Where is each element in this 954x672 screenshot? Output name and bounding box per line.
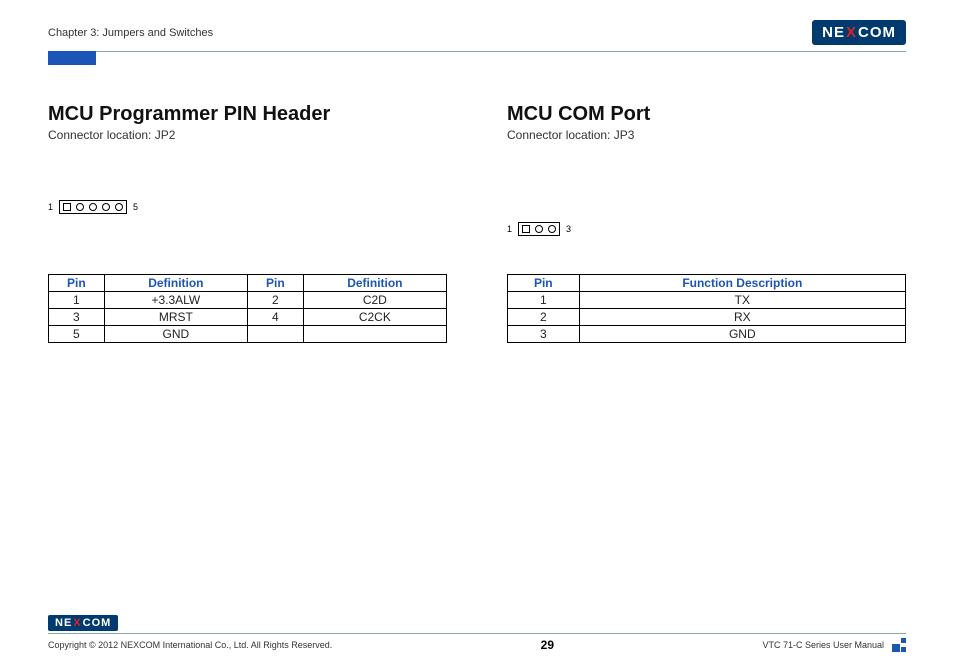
pin-label-right: 5: [133, 202, 138, 212]
logo-part-x: X: [846, 24, 857, 41]
right-pin-diagram: 1 3: [507, 222, 906, 236]
col-pin: Pin: [49, 275, 105, 292]
cell: MRST: [104, 309, 247, 326]
footer: NEXCOM Copyright © 2012 NEXCOM Internati…: [48, 613, 906, 652]
logo-part-right: COM: [858, 24, 896, 41]
logo: NEXCOM: [812, 20, 906, 45]
cell: C2D: [303, 292, 446, 309]
left-subtitle: Connector location: JP2: [48, 128, 447, 142]
cell: +3.3ALW: [104, 292, 247, 309]
cell: 1: [49, 292, 105, 309]
cell: 1: [508, 292, 580, 309]
cell: GND: [579, 326, 905, 343]
cell: C2CK: [303, 309, 446, 326]
right-pin-table: Pin Function Description 1 TX 2 RX 3 GND: [507, 274, 906, 343]
table-header-row: Pin Definition Pin Definition: [49, 275, 447, 292]
footer-row: Copyright © 2012 NEXCOM International Co…: [48, 638, 906, 652]
cell: RX: [579, 309, 905, 326]
cell: [247, 326, 303, 343]
logo-part-left: NE: [822, 24, 845, 41]
pin-square-icon: [522, 225, 530, 233]
page-content: Chapter 3: Jumpers and Switches NEXCOM M…: [48, 20, 906, 652]
table-row: 2 RX: [508, 309, 906, 326]
pin-circle-icon: [89, 203, 97, 211]
chapter-label: Chapter 3: Jumpers and Switches: [48, 27, 213, 39]
cell: 3: [49, 309, 105, 326]
pin-header-icon: [59, 200, 127, 214]
footer-logo: NEXCOM: [48, 615, 118, 631]
header-row: Chapter 3: Jumpers and Switches NEXCOM: [48, 20, 906, 45]
pin-circle-icon: [548, 225, 556, 233]
footer-rule: [48, 633, 906, 634]
logo-part-left: NE: [55, 617, 72, 629]
pin-square-icon: [63, 203, 71, 211]
table-header-row: Pin Function Description: [508, 275, 906, 292]
left-title: MCU Programmer PIN Header: [48, 103, 447, 126]
left-pin-table: Pin Definition Pin Definition 1 +3.3ALW …: [48, 274, 447, 343]
page-number: 29: [541, 638, 554, 652]
cell: GND: [104, 326, 247, 343]
col-pin: Pin: [247, 275, 303, 292]
pin-header-icon: [518, 222, 560, 236]
pin-circle-icon: [102, 203, 110, 211]
content-columns: MCU Programmer PIN Header Connector loca…: [48, 103, 906, 343]
header-rule: [48, 51, 906, 52]
copyright-text: Copyright © 2012 NEXCOM International Co…: [48, 640, 332, 650]
pin-label-left: 1: [507, 224, 512, 234]
pin-label-right: 3: [566, 224, 571, 234]
right-title: MCU COM Port: [507, 103, 906, 126]
cell: 2: [508, 309, 580, 326]
pin-circle-icon: [115, 203, 123, 211]
pin-label-left: 1: [48, 202, 53, 212]
table-row: 1 TX: [508, 292, 906, 309]
pin-circle-icon: [76, 203, 84, 211]
right-subtitle: Connector location: JP3: [507, 128, 906, 142]
col-def: Definition: [303, 275, 446, 292]
header-tab-accent: [48, 51, 96, 65]
right-column: MCU COM Port Connector location: JP3 1 3…: [507, 103, 906, 343]
pin-circle-icon: [535, 225, 543, 233]
col-func: Function Description: [579, 275, 905, 292]
col-def: Definition: [104, 275, 247, 292]
logo-part-right: COM: [83, 617, 112, 629]
left-column: MCU Programmer PIN Header Connector loca…: [48, 103, 447, 343]
left-pin-diagram: 1 5: [48, 200, 447, 214]
col-pin: Pin: [508, 275, 580, 292]
table-row: 1 +3.3ALW 2 C2D: [49, 292, 447, 309]
footer-squares-icon: [892, 638, 906, 652]
cell: 4: [247, 309, 303, 326]
logo-part-x: X: [73, 617, 81, 629]
table-row: 5 GND: [49, 326, 447, 343]
cell: [303, 326, 446, 343]
cell: 3: [508, 326, 580, 343]
footer-right: VTC 71-C Series User Manual: [762, 638, 906, 652]
table-row: 3 MRST 4 C2CK: [49, 309, 447, 326]
cell: 2: [247, 292, 303, 309]
cell: TX: [579, 292, 905, 309]
table-row: 3 GND: [508, 326, 906, 343]
cell: 5: [49, 326, 105, 343]
manual-name: VTC 71-C Series User Manual: [762, 640, 884, 650]
